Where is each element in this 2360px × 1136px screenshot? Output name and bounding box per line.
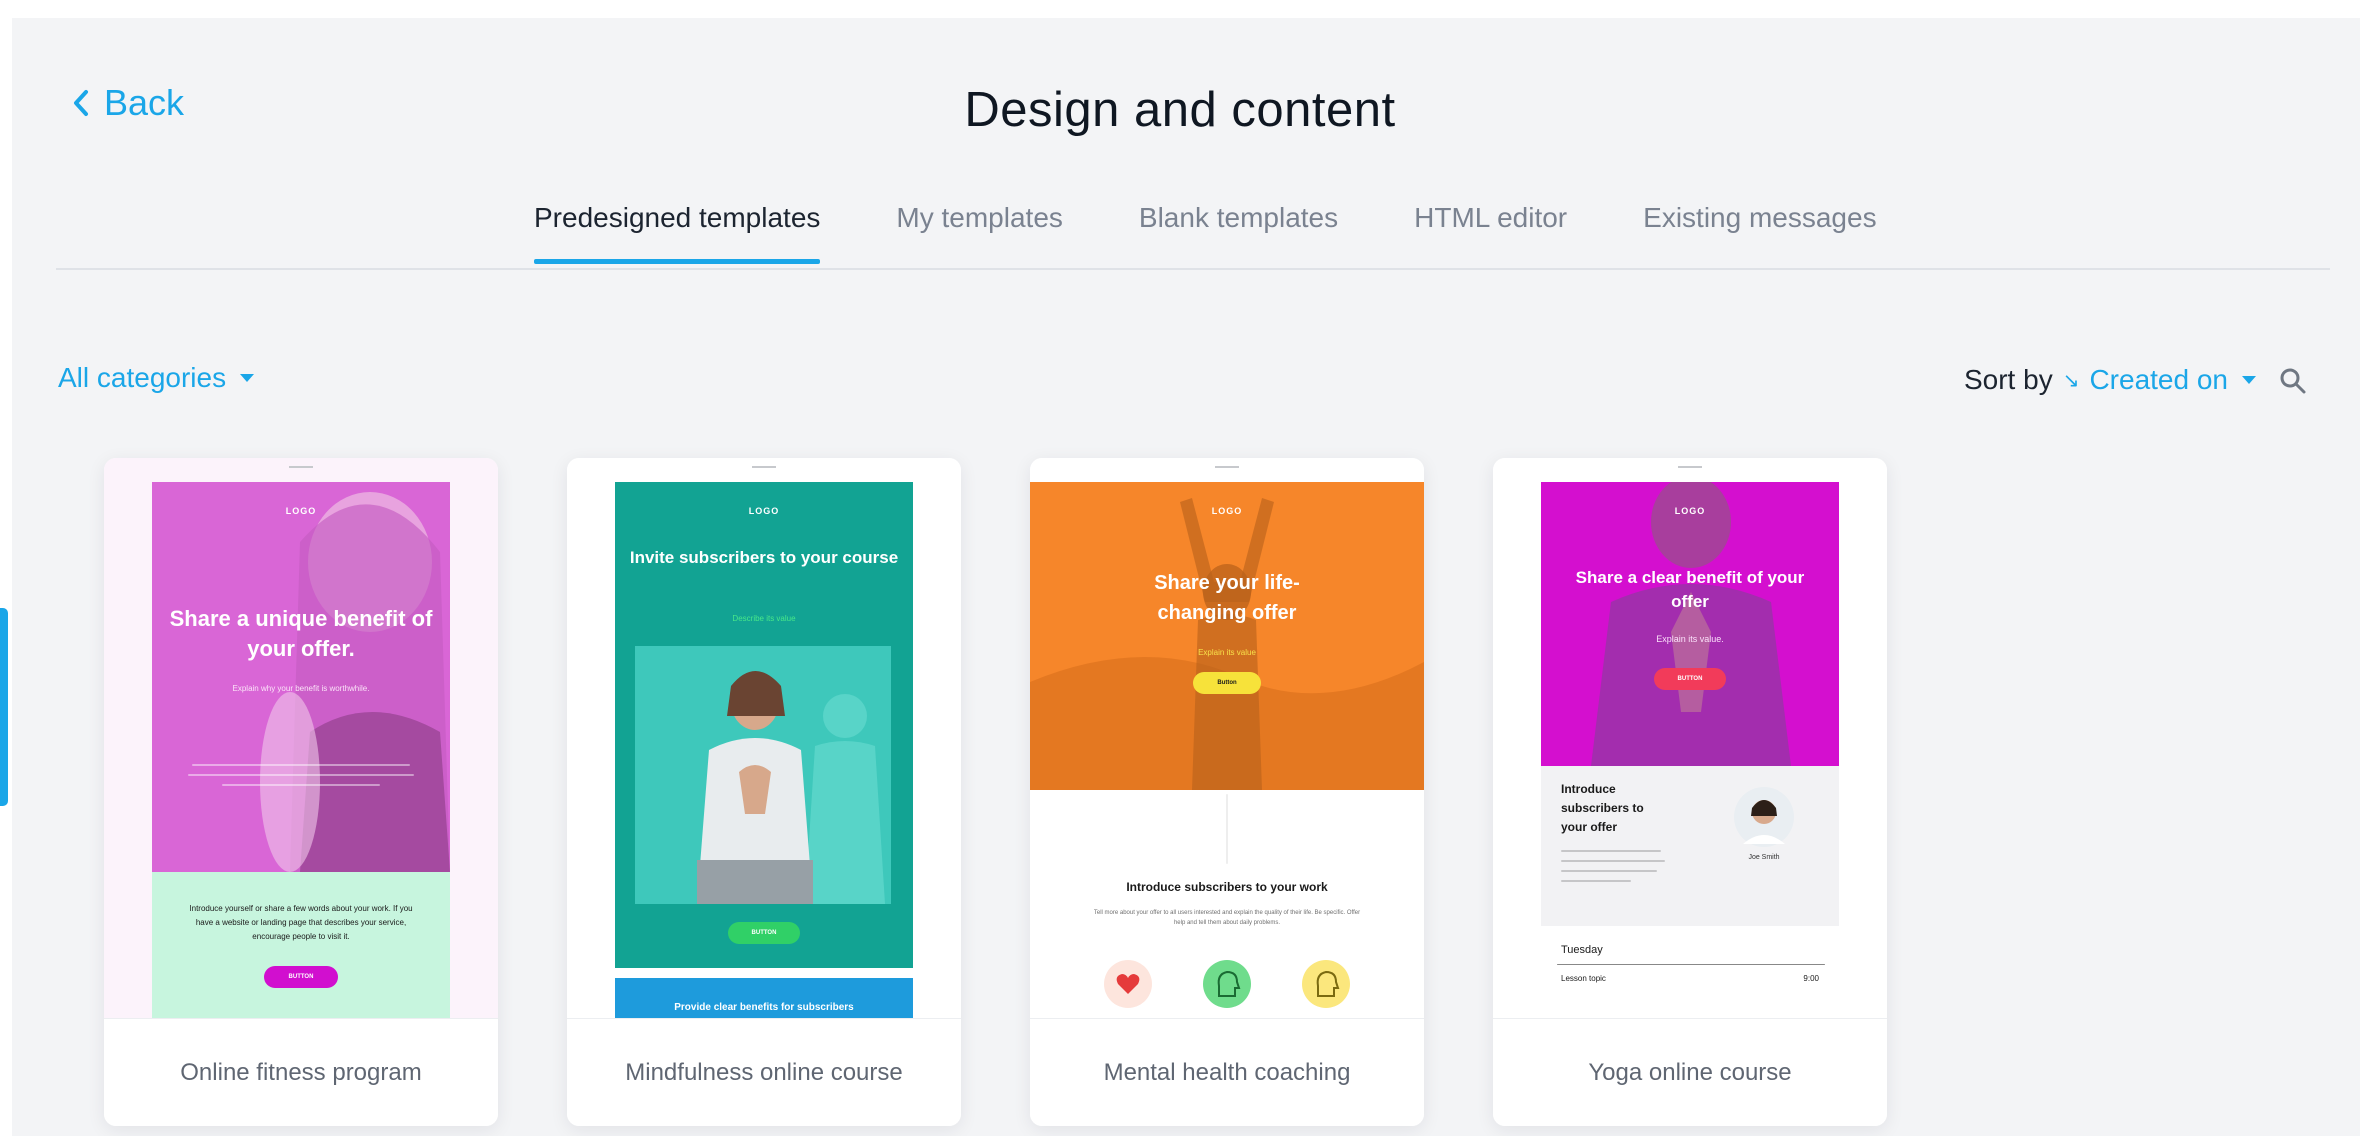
template-grid: LOGO Share a unique benefit of your offe… xyxy=(104,458,1887,1126)
divider-line xyxy=(1557,964,1825,965)
hero-block: LOGO Share a clear benefit of your offer… xyxy=(1541,482,1839,766)
template-preview: LOGO Share a unique benefit of your offe… xyxy=(104,458,498,1018)
preview-email: LOGO Share a unique benefit of your offe… xyxy=(152,482,450,1018)
cta-button: Button xyxy=(1193,672,1261,694)
template-card-yoga[interactable]: LOGO Share a clear benefit of your offer… xyxy=(1493,458,1887,1126)
woman-photo-image xyxy=(260,492,450,872)
cta-button: BUTTON xyxy=(1654,668,1726,690)
template-name: Mindfulness online course xyxy=(567,1018,961,1126)
text-line xyxy=(1561,880,1631,882)
headline: Invite subscribers to your course xyxy=(629,548,899,567)
man-photo-image xyxy=(1591,482,1791,766)
template-name: Yoga online course xyxy=(1493,1018,1887,1126)
preview-email: LOGO Invite subscribers to your course D… xyxy=(615,482,913,1018)
text-line xyxy=(1561,870,1657,872)
logo-text: LOGO xyxy=(1211,506,1243,516)
subline: Explain why your benefit is worthwhile. xyxy=(232,684,370,693)
text-line xyxy=(1561,860,1665,862)
intro-block: Introduce subscribers to your offer Joe … xyxy=(1541,766,1839,926)
logo-text: LOGO xyxy=(1674,506,1706,516)
headline: Share a clear benefit of your offer xyxy=(1575,568,1805,611)
template-card-mindfulness[interactable]: LOGO Invite subscribers to your course D… xyxy=(567,458,961,1126)
text-line xyxy=(188,774,414,776)
cta-button: BUTTON xyxy=(728,922,800,944)
footer-block: Provide clear benefits for subscribers xyxy=(615,978,913,1018)
template-preview: LOGO Invite subscribers to your course D… xyxy=(567,458,961,1018)
row-label: Lesson topic xyxy=(1561,974,1606,983)
preview-notch xyxy=(752,466,776,468)
sort-descending-icon: ↘ xyxy=(2062,369,2080,392)
tab-html-editor[interactable]: HTML editor xyxy=(1414,202,1567,258)
footer-text: Provide clear benefits for subscribers xyxy=(674,1002,854,1013)
hero-block: LOGO Share a unique benefit of your offe… xyxy=(152,482,450,872)
heart-icon xyxy=(1104,960,1152,1008)
section-text: Tell more about your offer to all users … xyxy=(1093,910,1361,926)
caret-down-icon xyxy=(240,374,255,382)
meditation-photo-image xyxy=(635,646,891,904)
tab-predesigned-templates[interactable]: Predesigned templates xyxy=(534,202,821,264)
template-name: Mental health coaching xyxy=(1030,1018,1424,1126)
head-icon xyxy=(1203,960,1251,1008)
person-name: Joe Smith xyxy=(1748,854,1780,861)
hero-block: LOGO Share your life-changing offer Expl… xyxy=(1030,482,1424,790)
subline: Describe its value xyxy=(732,614,796,623)
sort-value: Created on xyxy=(2089,364,2228,395)
day-label: Tuesday xyxy=(1561,944,1603,956)
divider-line xyxy=(1226,794,1228,864)
avatar xyxy=(1734,787,1794,847)
template-preview: LOGO Share a clear benefit of your offer… xyxy=(1493,458,1887,1018)
sort-by-label: Sort by xyxy=(1963,364,2053,395)
categories-label: All categories xyxy=(58,362,227,393)
subline: Explain its value. xyxy=(1656,634,1724,644)
mind-icon xyxy=(1302,960,1350,1008)
tab-bar: Predesigned templates My templates Blank… xyxy=(534,202,1877,264)
logo-text: LOGO xyxy=(285,506,317,516)
headline: Share a unique benefit of your offer. xyxy=(169,606,433,661)
subline: Explain its value xyxy=(1198,648,1256,657)
section-title: Introduce subscribers to your work xyxy=(1126,880,1328,894)
sort-dropdown[interactable]: ↘ Created on xyxy=(2063,364,2256,396)
preview-notch xyxy=(1678,466,1702,468)
template-name: Online fitness program xyxy=(104,1018,498,1126)
intro-text: Introduce subscribers to your offer xyxy=(1561,782,1644,834)
person-silhouette-image xyxy=(1030,498,1424,790)
text-line xyxy=(222,784,380,786)
side-panel-handle[interactable] xyxy=(0,608,8,806)
preview-notch xyxy=(289,466,313,468)
headline: Share your life-changing offer xyxy=(1154,572,1300,624)
preview-email: LOGO Share a clear benefit of your offer… xyxy=(1541,482,1839,1018)
body-text: Introduce yourself or share a few words … xyxy=(189,904,413,941)
template-card-mental-health[interactable]: LOGO Share your life-changing offer Expl… xyxy=(1030,458,1424,1126)
text-line xyxy=(1561,850,1661,852)
cta-button: BUTTON xyxy=(264,966,338,988)
template-preview: LOGO Share your life-changing offer Expl… xyxy=(1030,458,1424,1018)
search-icon[interactable] xyxy=(2278,366,2308,396)
caret-down-icon xyxy=(2242,376,2256,384)
content-block: Introduce yourself or share a few words … xyxy=(152,872,450,1018)
tab-my-templates[interactable]: My templates xyxy=(896,202,1063,258)
text-line xyxy=(192,764,410,766)
categories-dropdown[interactable]: All categories xyxy=(58,362,255,394)
tab-existing-messages[interactable]: Existing messages xyxy=(1643,202,1876,258)
page-title: Design and content xyxy=(964,83,1396,137)
tab-blank-templates[interactable]: Blank templates xyxy=(1139,202,1338,258)
logo-text: LOGO xyxy=(748,506,780,516)
template-card-online-fitness[interactable]: LOGO Share a unique benefit of your offe… xyxy=(104,458,498,1126)
hero-block: LOGO Invite subscribers to your course D… xyxy=(615,482,913,968)
preview-notch xyxy=(1215,466,1239,468)
row-value: 9:00 xyxy=(1803,974,1819,983)
tabs-divider xyxy=(56,268,2330,270)
sort-control: Sort by ↘ Created on xyxy=(1964,364,2256,396)
